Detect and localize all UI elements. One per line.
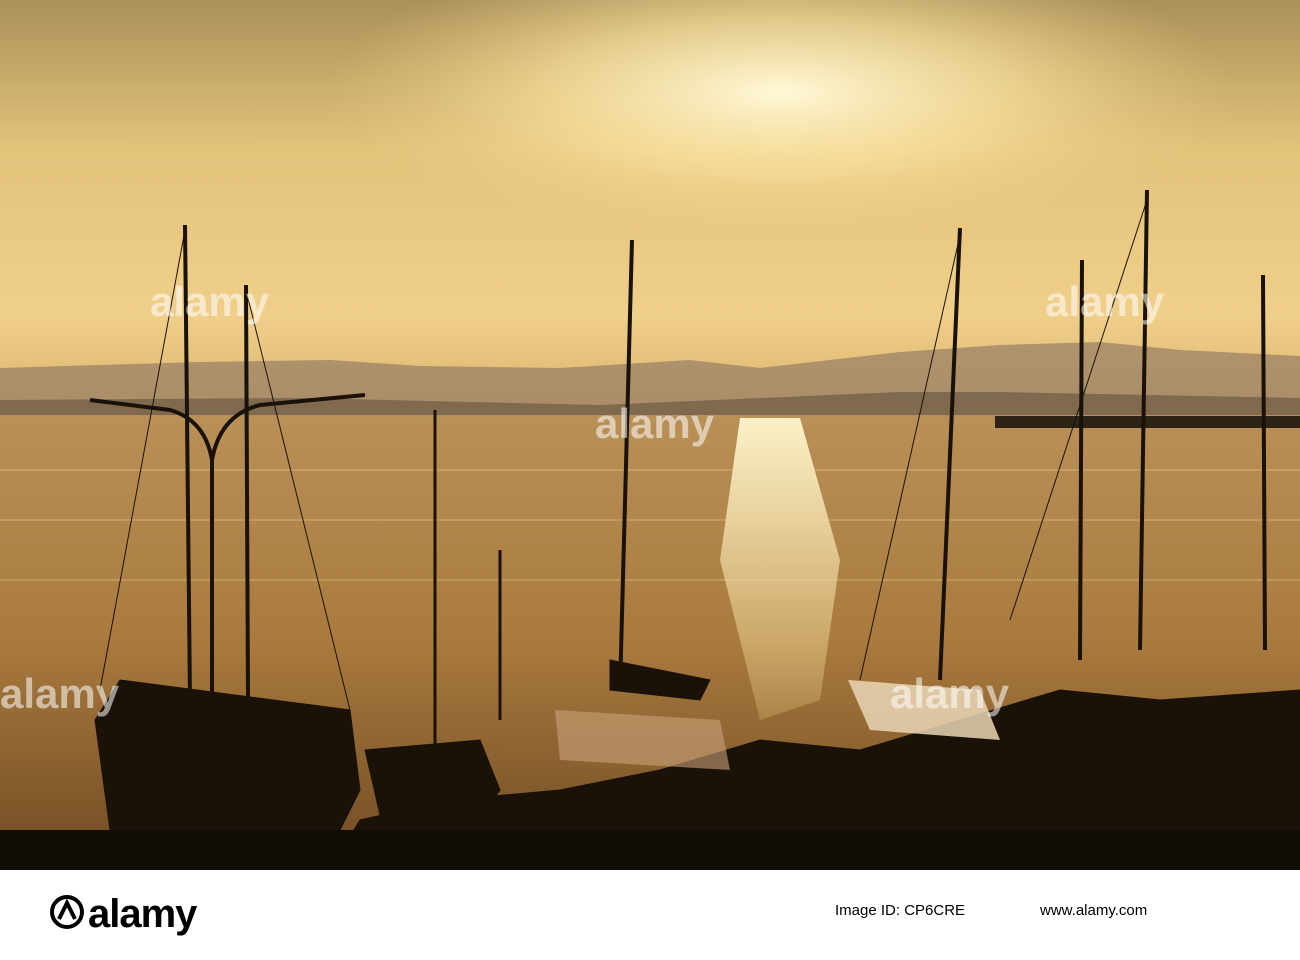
site-url: www.alamy.com: [1040, 902, 1148, 919]
image-id: Image ID: CP6CRE: [835, 902, 966, 919]
alamy-logo: alamy: [50, 892, 197, 937]
harbor-sunset-photo: [0, 0, 1300, 870]
alamy-logo-icon: [50, 895, 84, 929]
alamy-logo-text: alamy: [88, 892, 197, 936]
footer-bar: alamy Image ID: CP6CRE www.alamy.com: [0, 870, 1300, 960]
